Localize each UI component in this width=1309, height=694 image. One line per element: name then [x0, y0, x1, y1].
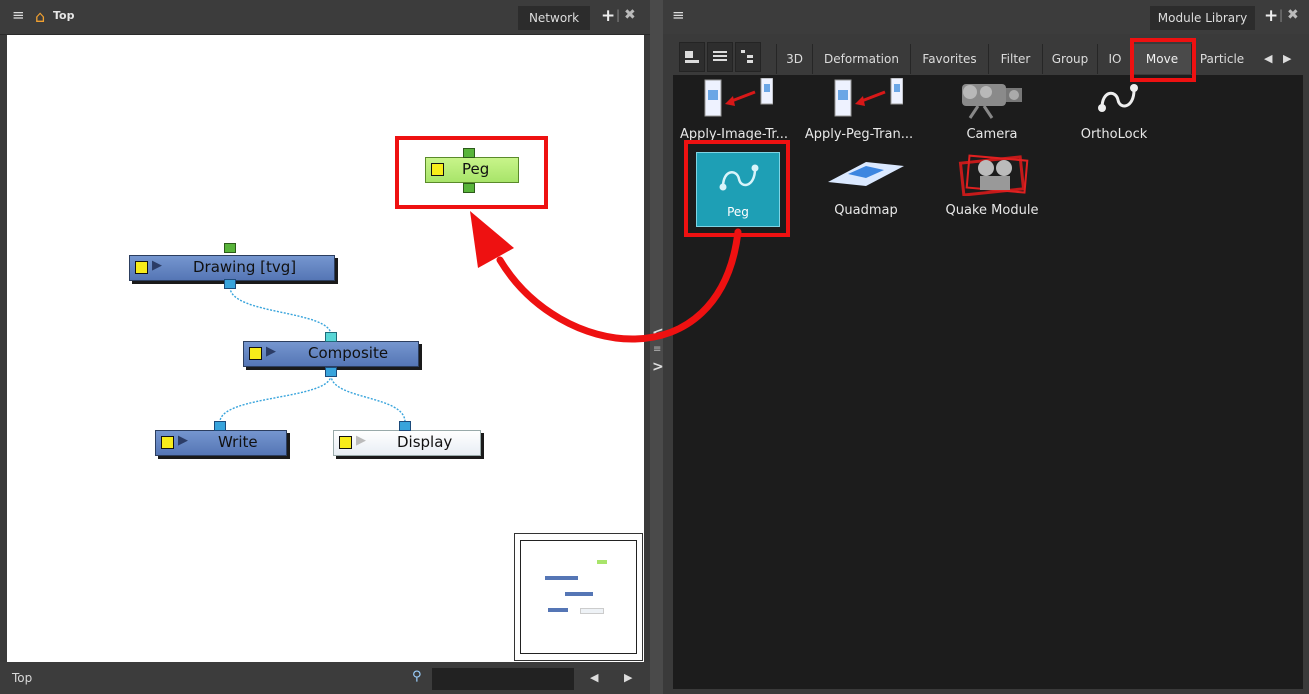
search-input[interactable]	[432, 668, 574, 690]
input-port[interactable]	[214, 421, 226, 431]
tab-network[interactable]: Network	[518, 6, 590, 30]
apply-image-transformation-icon[interactable]	[703, 77, 774, 120]
navigate-right-icon[interactable]: ▶	[624, 671, 632, 684]
navigator-minimap[interactable]	[514, 533, 643, 661]
view-list-button[interactable]	[707, 42, 733, 72]
quadmap-icon[interactable]	[826, 160, 906, 190]
cable-composite-display	[330, 374, 406, 423]
enable-toggle[interactable]	[249, 347, 262, 360]
menu-icon[interactable]: ≡	[672, 6, 685, 24]
enable-toggle[interactable]	[135, 261, 148, 274]
composite-node[interactable]: ▶ Composite	[243, 341, 419, 367]
home-icon[interactable]: ⌂	[35, 7, 45, 26]
quake-module-icon[interactable]	[958, 152, 1034, 197]
input-port[interactable]	[325, 332, 337, 342]
search-icon[interactable]: ⚲	[412, 669, 422, 684]
peg-node-highlight	[395, 136, 548, 209]
minimap-node	[597, 560, 607, 564]
module-label[interactable]: OrthoLock	[1054, 127, 1174, 142]
node-label: Composite	[308, 344, 389, 362]
expand-arrow-icon[interactable]: ▶	[152, 258, 162, 273]
divider: |	[1279, 8, 1284, 22]
tab-favorites[interactable]: Favorites	[910, 44, 988, 74]
apply-peg-transformation-icon[interactable]	[833, 77, 904, 120]
ortholock-icon[interactable]	[1094, 80, 1144, 116]
menu-icon[interactable]: ≡	[12, 6, 25, 24]
module-label[interactable]: Quadmap	[806, 203, 926, 218]
enable-toggle[interactable]	[339, 436, 352, 449]
scroll-tabs-left-icon[interactable]: ◀	[1264, 52, 1272, 65]
input-port[interactable]	[224, 243, 236, 253]
add-view-icon[interactable]: +	[601, 6, 615, 26]
module-label[interactable]: Quake Module	[932, 203, 1052, 218]
minimap-node	[545, 576, 578, 580]
scroll-tabs-right-icon[interactable]: ▶	[1283, 52, 1291, 65]
breadcrumb[interactable]: Top	[53, 9, 74, 22]
view-tree-button[interactable]	[735, 42, 761, 72]
module-label[interactable]: Apply-Peg-Tran...	[799, 127, 919, 142]
grip-icon: ≡	[653, 344, 662, 355]
navigate-left-icon[interactable]: ◀	[590, 671, 598, 684]
output-port[interactable]	[224, 279, 236, 289]
close-icon[interactable]: ✖	[624, 7, 636, 23]
cable-drawing-composite	[229, 286, 332, 336]
camera-icon[interactable]	[956, 80, 1026, 120]
tab-filter[interactable]: Filter	[988, 44, 1042, 74]
drawing-node[interactable]: ▶ Drawing [tvg]	[129, 255, 335, 281]
module-label[interactable]: Camera	[932, 127, 1052, 142]
tab-module-library[interactable]: Module Library	[1150, 6, 1255, 30]
minimap-node	[565, 592, 593, 596]
node-label: Drawing [tvg]	[193, 258, 297, 276]
tab-io[interactable]: IO	[1097, 44, 1132, 74]
add-view-icon[interactable]: +	[1264, 6, 1278, 26]
minimap-node	[548, 608, 568, 612]
status-label: Top	[12, 671, 33, 685]
tab-particle[interactable]: Particle	[1191, 44, 1252, 74]
view-large-icons-button[interactable]	[679, 42, 705, 72]
collapse-right-icon[interactable]: >	[652, 359, 664, 375]
expand-arrow-icon[interactable]: ▶	[266, 344, 276, 359]
tab-3d[interactable]: 3D	[776, 44, 812, 74]
enable-toggle[interactable]	[161, 436, 174, 449]
panel-splitter[interactable]: < ≡ >	[650, 0, 664, 694]
write-node[interactable]: ▶ Write	[155, 430, 287, 456]
collapse-left-icon[interactable]: <	[652, 325, 664, 341]
input-port[interactable]	[399, 421, 411, 431]
cable-composite-write	[219, 374, 332, 423]
node-label: Display	[397, 433, 453, 451]
module-library-header: ≡ Module Library + | ✖	[663, 0, 1309, 34]
close-icon[interactable]: ✖	[1287, 7, 1299, 23]
divider: |	[616, 8, 621, 22]
peg-module-highlight	[684, 140, 790, 237]
expand-arrow-icon[interactable]: ▶	[356, 433, 366, 448]
minimap-node	[580, 608, 604, 614]
display-node[interactable]: ▶ Display	[333, 430, 481, 456]
node-label: Write	[218, 433, 258, 451]
expand-arrow-icon[interactable]: ▶	[178, 433, 188, 448]
minimap-viewport[interactable]	[520, 540, 637, 654]
tab-deformation[interactable]: Deformation	[812, 44, 910, 74]
network-view-header: ≡ ⌂ Top Network + | ✖	[0, 0, 650, 35]
output-port[interactable]	[325, 367, 337, 377]
move-tab-highlight	[1130, 38, 1196, 82]
tab-group[interactable]: Group	[1042, 44, 1097, 74]
